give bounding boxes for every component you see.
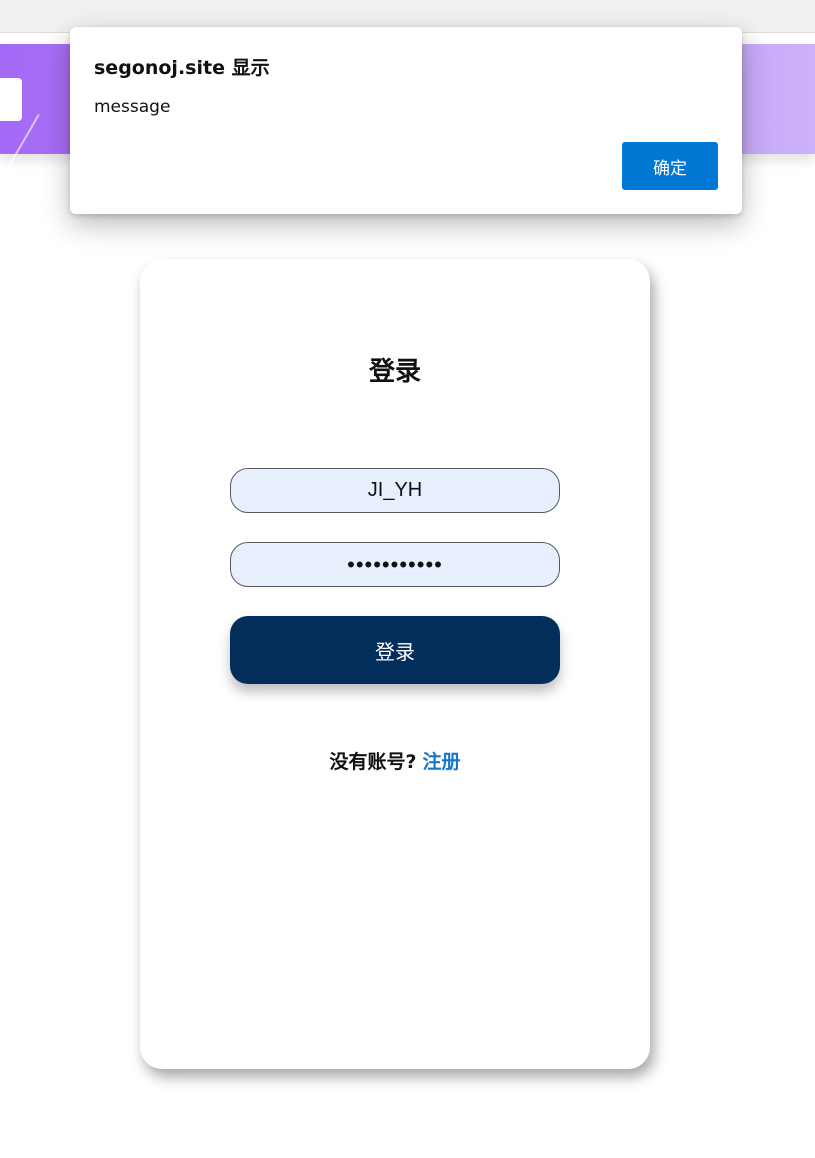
password-input[interactable]	[230, 542, 560, 587]
dialog-title: segonoj.site 显示	[94, 57, 270, 79]
dialog-ok-button[interactable]: 确定	[622, 142, 718, 190]
alert-dialog: segonoj.site 显示 message 确定	[70, 27, 742, 214]
login-card: 登录 登录 没有账号? 注册	[140, 259, 650, 1069]
page-title: 登录	[368, 357, 421, 387]
dialog-message: message	[94, 97, 171, 117]
login-button[interactable]: 登录	[230, 616, 560, 684]
username-input[interactable]	[230, 468, 560, 513]
register-prompt: 没有账号? 注册	[140, 747, 650, 774]
no-account-text: 没有账号?	[329, 751, 417, 773]
header-tab[interactable]	[0, 78, 22, 121]
register-link[interactable]: 注册	[423, 751, 461, 773]
header-decoration	[6, 114, 40, 171]
